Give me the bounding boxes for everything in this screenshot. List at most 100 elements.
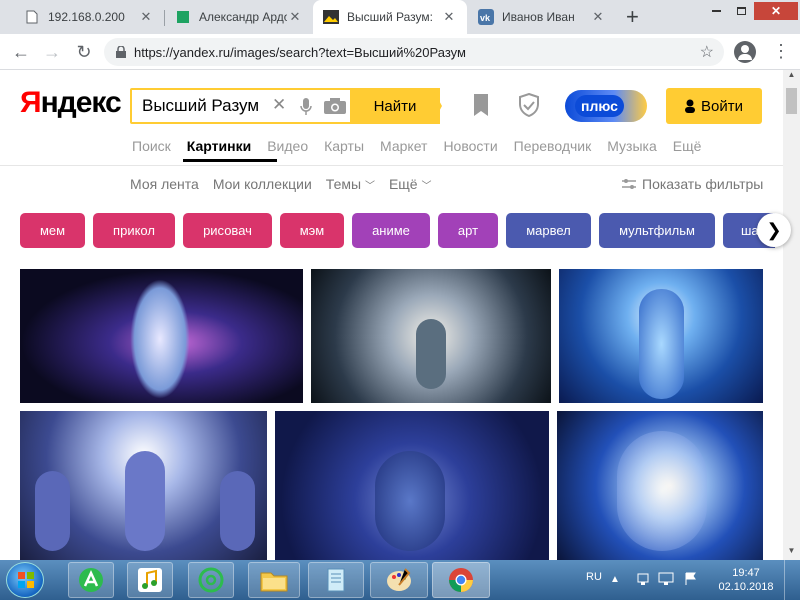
scroll-thumb[interactable]: [786, 88, 797, 114]
close-window-button[interactable]: ✕: [754, 2, 798, 20]
chip-tag[interactable]: аниме: [352, 213, 430, 248]
image-result[interactable]: [557, 411, 763, 560]
taskbar-app-chrome[interactable]: [432, 562, 490, 598]
new-tab-button[interactable]: +: [626, 4, 639, 30]
tab-title: Высший Разум:: [347, 10, 433, 24]
login-button[interactable]: Войти: [666, 88, 762, 124]
tab-2[interactable]: Александр Ардо ✕: [165, 0, 313, 34]
lock-icon: [116, 46, 126, 58]
chip-tag[interactable]: мультфильм: [599, 213, 715, 248]
nav-music[interactable]: Музыка: [607, 138, 657, 154]
show-filters-button[interactable]: Показать фильтры: [622, 176, 763, 192]
tab-4[interactable]: vk Иванов Иван ✕: [468, 0, 616, 34]
scroll-up-icon[interactable]: ▲: [783, 70, 800, 84]
music-note-icon: [138, 568, 162, 592]
chip-tag[interactable]: арт: [438, 213, 498, 248]
themes-dropdown[interactable]: Темы ﹀: [326, 176, 375, 192]
active-nav-underline: [183, 159, 277, 162]
yandex-logo[interactable]: Яндекс: [20, 86, 122, 120]
filters-icon: [622, 179, 636, 189]
user-icon: [685, 99, 695, 113]
nav-maps[interactable]: Карты: [324, 138, 364, 154]
forward-arrow-icon[interactable]: →: [40, 40, 64, 64]
network-icon[interactable]: [636, 572, 650, 591]
taskbar-app-mail[interactable]: [188, 562, 234, 598]
taskbar-app-notepad[interactable]: [308, 562, 364, 598]
filters-label: Показать фильтры: [642, 176, 764, 192]
show-desktop-button[interactable]: [784, 560, 800, 600]
folder-icon: [260, 572, 288, 592]
language-indicator[interactable]: RU: [586, 571, 602, 583]
nav-market[interactable]: Маркет: [380, 138, 427, 154]
chip-tag[interactable]: рисовач: [183, 213, 272, 248]
palette-icon: [387, 568, 411, 591]
shield-icon[interactable]: [518, 92, 540, 122]
chevron-down-icon: ﹀: [364, 181, 375, 192]
profile-avatar-icon[interactable]: [734, 41, 756, 63]
image-result[interactable]: [559, 269, 763, 403]
tab-3-active[interactable]: Высший Разум: ✕: [313, 0, 467, 34]
browser-tab-strip: 192.168.0.200 ✕ Александр Ардо ✕ Высший …: [0, 0, 800, 34]
monitor-icon[interactable]: [658, 572, 674, 591]
tab-title: Иванов Иван: [502, 10, 575, 24]
close-icon[interactable]: ✕: [590, 9, 606, 25]
at-sign-icon: [198, 567, 224, 593]
camera-icon[interactable]: [324, 98, 346, 119]
clear-icon[interactable]: ✕: [272, 95, 286, 115]
url-text: https://yandex.ru/images/search?text=Выс…: [134, 44, 466, 60]
my-collections-link[interactable]: Мои коллекции: [213, 176, 312, 192]
star-icon[interactable]: ☆: [700, 42, 714, 62]
start-button[interactable]: [6, 562, 44, 598]
plus-label: плюс: [575, 95, 624, 117]
back-arrow-icon[interactable]: ←: [9, 40, 33, 64]
chip-tag[interactable]: прикол: [93, 213, 175, 248]
image-icon: [323, 9, 339, 25]
svg-text:vk: vk: [480, 13, 491, 23]
menu-kebab-icon[interactable]: ⋮: [772, 42, 790, 60]
chip-tag[interactable]: мем: [20, 213, 85, 248]
nav-search[interactable]: Поиск: [132, 138, 171, 154]
image-result[interactable]: [275, 411, 549, 560]
address-bar[interactable]: https://yandex.ru/images/search?text=Выс…: [104, 38, 724, 66]
scrollbar[interactable]: ▲ ▼: [783, 70, 800, 560]
nav-translator[interactable]: Переводчик: [514, 138, 592, 154]
flag-icon[interactable]: [684, 572, 698, 591]
chevron-up-icon[interactable]: ▲: [610, 574, 620, 585]
close-icon[interactable]: ✕: [287, 9, 303, 25]
chevron-down-icon: ﹀: [421, 181, 432, 192]
minimize-button[interactable]: [704, 2, 729, 20]
chip-tag[interactable]: мэм: [280, 213, 344, 248]
my-feed-link[interactable]: Моя лента: [130, 176, 199, 192]
clock[interactable]: 19:47 02.10.2018: [716, 566, 776, 594]
chevron-right-icon[interactable]: ❯: [757, 213, 791, 247]
bookmarks-icon[interactable]: [472, 94, 490, 123]
close-icon[interactable]: ✕: [441, 9, 457, 25]
nav-more[interactable]: Ещё: [673, 138, 702, 154]
reload-icon[interactable]: ↻: [72, 40, 96, 64]
taskbar-app-music[interactable]: [127, 562, 173, 598]
tab-1[interactable]: 192.168.0.200 ✕: [14, 0, 164, 34]
plus-button[interactable]: плюс: [565, 90, 647, 122]
nav-news[interactable]: Новости: [443, 138, 497, 154]
taskbar-app-aimp[interactable]: [68, 562, 114, 598]
nav-video[interactable]: Видео: [267, 138, 308, 154]
chip-tag[interactable]: марвел: [506, 213, 591, 248]
close-icon[interactable]: ✕: [138, 9, 154, 25]
tab-title: Александр Ардо: [199, 10, 287, 24]
find-button[interactable]: Найти: [350, 88, 440, 124]
nav-images[interactable]: Картинки: [187, 138, 251, 154]
search-input[interactable]: [142, 95, 264, 117]
more-dropdown[interactable]: Ещё ﹀: [389, 176, 432, 192]
taskbar-app-explorer[interactable]: [248, 562, 300, 598]
image-result[interactable]: [20, 411, 267, 560]
image-result[interactable]: [20, 269, 303, 403]
image-result[interactable]: [311, 269, 551, 403]
taskbar-app-paint[interactable]: [370, 562, 428, 598]
triangle-app-icon: [79, 568, 103, 592]
microphone-icon[interactable]: [300, 98, 312, 121]
scroll-down-icon[interactable]: ▼: [783, 546, 800, 560]
login-label: Войти: [701, 97, 743, 115]
vk-icon: vk: [478, 9, 494, 25]
notepad-icon: [327, 568, 345, 592]
restore-button[interactable]: [729, 2, 754, 20]
